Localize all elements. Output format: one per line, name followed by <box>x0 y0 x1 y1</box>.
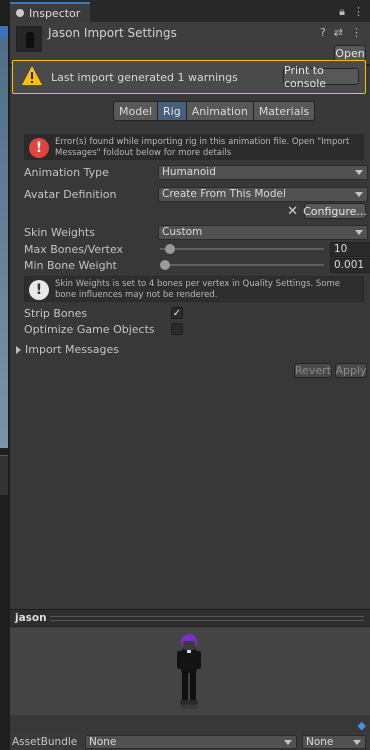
avatar-definition-value: Create From This Model <box>162 188 286 200</box>
slider-handle[interactable] <box>164 244 175 254</box>
preview-header[interactable]: jason <box>10 609 370 627</box>
import-warning-box: Last import generated 1 warnings Print t… <box>12 60 366 94</box>
avatar-definition-dropdown[interactable]: Create From This Model <box>158 186 368 202</box>
asset-bundle-variant-value: None <box>306 736 334 748</box>
error-icon: ! <box>29 138 49 158</box>
optimize-game-objects-row: Optimize Game Objects <box>24 321 366 337</box>
tab-label: Inspector <box>29 6 81 20</box>
label-tag-icon[interactable]: ◆ <box>358 719 366 732</box>
scene-view-edge <box>0 0 10 750</box>
avatar-definition-label: Avatar Definition <box>24 187 117 201</box>
close-icon[interactable]: ✕ <box>287 204 298 219</box>
tab-model[interactable]: Model <box>113 101 159 121</box>
print-to-console-button[interactable]: Print to console <box>283 64 359 90</box>
lock-icon[interactable]: 🔒︎ <box>339 5 345 19</box>
asset-bundle-bar: AssetBundle None None <box>10 733 370 750</box>
max-bones-slider[interactable] <box>158 241 324 257</box>
min-bone-weight-label: Min Bone Weight <box>24 258 117 272</box>
avatar-configure-row: ✕ Configure... <box>287 203 367 219</box>
tab-rig[interactable]: Rig <box>157 101 187 121</box>
skin-weights-row: Skin Weights Custom <box>24 224 368 240</box>
chevron-down-icon <box>284 740 292 745</box>
strip-bones-checkbox[interactable]: ✓ <box>171 307 183 319</box>
max-bones-row: Max Bones/Vertex 10 <box>24 241 370 257</box>
asset-bundle-label: AssetBundle <box>12 736 78 748</box>
page-title: Jason Import Settings <box>48 26 177 40</box>
tab-inspector[interactable]: Inspector <box>10 2 91 22</box>
importer-tabs: Model Rig Animation Materials <box>113 101 316 121</box>
max-bones-label: Max Bones/Vertex <box>24 242 124 256</box>
avatar-definition-row: Avatar Definition Create From This Model <box>24 186 368 202</box>
configure-button[interactable]: Configure... <box>303 203 367 219</box>
skin-weights-info-box: ! Skin Weights is set to 4 bones per ver… <box>24 276 364 302</box>
strip-bones-row: Strip Bones ✓ <box>24 305 366 321</box>
kebab-menu-icon[interactable]: ⋮ <box>353 5 364 19</box>
tab-animation[interactable]: Animation <box>185 101 254 121</box>
chevron-down-icon <box>355 229 363 235</box>
slider-handle[interactable] <box>160 260 170 270</box>
optimize-game-objects-checkbox[interactable] <box>171 323 183 335</box>
import-messages-foldout[interactable]: Import Messages <box>16 343 119 356</box>
kebab-menu-icon[interactable]: ⋮ <box>351 26 362 39</box>
scene-edge-sky <box>0 38 8 448</box>
optimize-game-objects-label: Optimize Game Objects <box>24 322 155 336</box>
max-bones-field[interactable]: 10 <box>330 241 370 257</box>
skin-weights-value: Custom <box>162 226 203 238</box>
min-bone-weight-row: Min Bone Weight 0.001 <box>24 257 370 273</box>
asset-thumbnail <box>16 26 42 52</box>
help-icon[interactable]: ? <box>320 26 326 39</box>
min-bone-weight-field[interactable]: 0.001 <box>330 257 370 273</box>
strip-bones-label: Strip Bones <box>24 306 88 320</box>
animation-type-dropdown[interactable]: Humanoid <box>158 164 368 180</box>
chevron-down-icon <box>355 169 363 175</box>
inspector-tabbar: Inspector 🔒︎ ⋮ <box>10 0 370 22</box>
slider-track <box>160 248 324 250</box>
scene-edge-panel <box>0 455 8 495</box>
scene-edge-selection <box>0 26 8 38</box>
preview-name: jason <box>15 612 47 624</box>
rig-error-box: ! Error(s) found while importing rig in … <box>24 134 364 160</box>
revert-button[interactable]: Revert <box>294 363 332 378</box>
import-settings-header: Jason Import Settings ? ⇄ ⋮ Open <box>10 22 370 64</box>
character-preview-image <box>177 634 201 709</box>
asset-bundle-variant-dropdown[interactable]: None <box>302 735 366 749</box>
open-button[interactable]: Open <box>334 45 366 61</box>
asset-bundle-value: None <box>89 736 117 748</box>
info-icon <box>16 9 24 17</box>
import-messages-label: Import Messages <box>25 343 119 356</box>
animation-type-value: Humanoid <box>162 166 216 178</box>
info-icon: ! <box>29 280 49 300</box>
inspector-panel: Inspector 🔒︎ ⋮ Jason Import Settings ? ⇄… <box>10 0 370 750</box>
preset-icon[interactable]: ⇄ <box>334 26 343 39</box>
min-bone-weight-slider[interactable] <box>158 257 324 273</box>
tab-materials[interactable]: Materials <box>252 101 316 121</box>
model-preview[interactable] <box>10 627 370 715</box>
warning-message: Last import generated 1 warnings <box>51 71 238 84</box>
skin-weights-label: Skin Weights <box>24 225 95 239</box>
chevron-right-icon <box>16 345 21 354</box>
chevron-down-icon <box>355 191 363 197</box>
warning-icon <box>22 66 42 85</box>
drag-handle[interactable] <box>50 616 364 621</box>
skin-weights-dropdown[interactable]: Custom <box>158 224 368 240</box>
animation-type-label: Animation Type <box>24 165 109 179</box>
info-message: Skin Weights is set to 4 bones per verte… <box>55 279 341 300</box>
apply-button[interactable]: Apply <box>335 363 367 378</box>
chevron-down-icon <box>353 740 361 745</box>
error-message: Error(s) found while importing rig in th… <box>55 137 350 158</box>
animation-type-row: Animation Type Humanoid <box>24 164 368 180</box>
slider-track <box>160 264 324 266</box>
asset-bundle-dropdown[interactable]: None <box>85 735 297 749</box>
